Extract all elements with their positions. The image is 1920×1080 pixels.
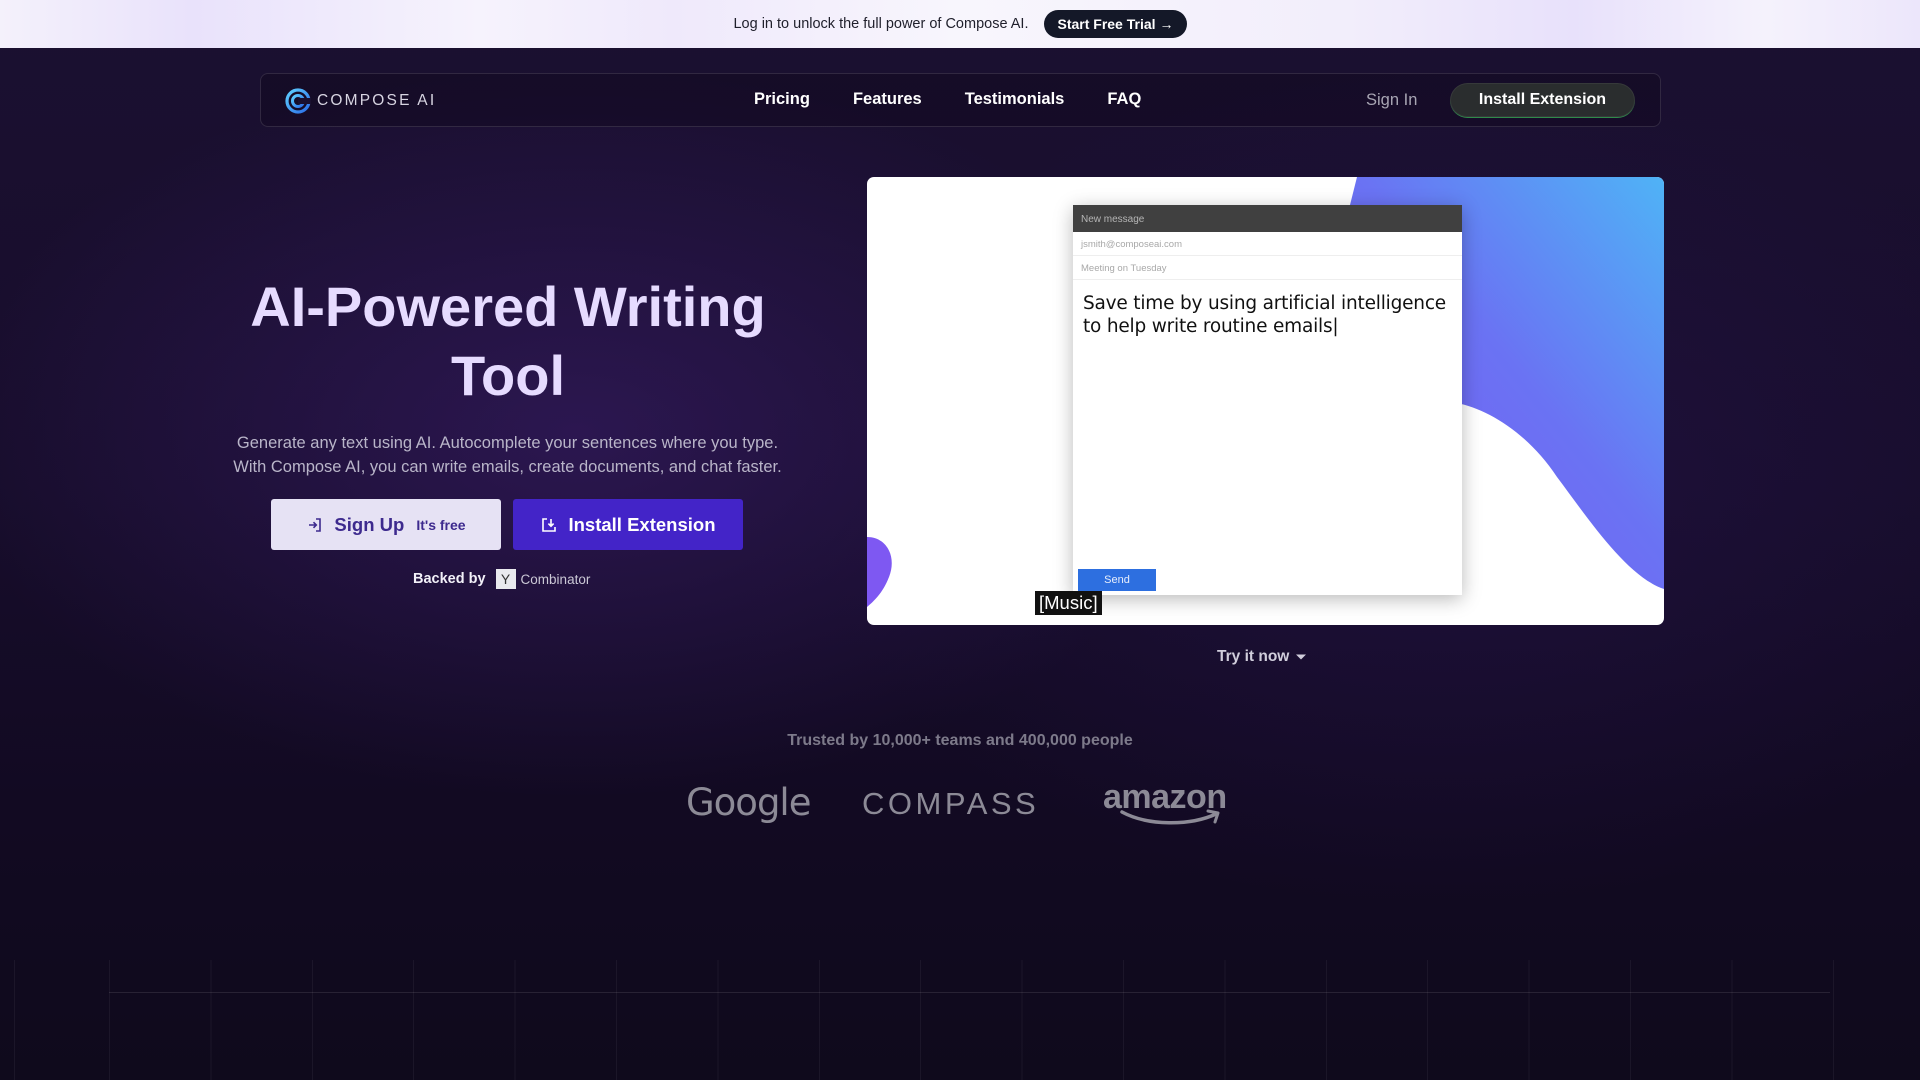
google-logo: Google [686,781,811,824]
arrow-right-icon: → [1159,16,1174,32]
hero-title: AI-Powered Writing Tool [250,275,766,407]
hero-subtitle: Generate any text using AI. Autocomplete… [180,431,835,479]
try-it-now-label: Try it now [1217,648,1290,665]
demo-video[interactable]: New message jsmith@composeai.com Meeting… [867,177,1664,625]
start-free-trial-button[interactable]: Start Free Trial → [1044,10,1187,38]
sign-up-label: Sign Up [334,513,405,535]
amazon-smile-icon [1120,809,1220,825]
announcement-text: Log in to unlock the full power of Compo… [733,16,1029,32]
y-combinator-icon: Y [495,569,516,589]
y-combinator-logo: Y Combinator [495,569,591,589]
trusted-by-text: Trusted by 10,000+ teams and 400,000 peo… [787,732,1133,749]
sign-up-note: It's free [416,516,466,533]
email-header: New message [1073,205,1462,232]
start-free-trial-label: Start Free Trial [1057,16,1156,32]
background-grid-line [109,992,1830,993]
background-grid [0,960,1920,1080]
install-extension-label: Install Extension [568,513,716,535]
sign-in-link[interactable]: Sign In [1366,91,1417,110]
email-compose-window: New message jsmith@composeai.com Meeting… [1073,205,1462,595]
top-navigation: COMPOSE AI Pricing Features Testimonials… [260,73,1661,127]
email-send-button: Send [1078,569,1156,591]
email-body: Save time by using artificial intelligen… [1083,293,1446,337]
nav-install-extension-button[interactable]: Install Extension [1450,83,1635,118]
compose-logo-icon [285,88,311,114]
backed-by: Backed by Y Combinator [413,569,590,589]
hero-subtitle-line-1: Generate any text using AI. Autocomplete… [236,434,779,452]
y-combinator-name: Combinator [520,571,591,587]
announcement-bar: Log in to unlock the full power of Compo… [0,0,1920,48]
hero-subtitle-line-2: With Compose AI, you can write emails, c… [233,458,782,476]
video-caption: [Music] [1035,591,1102,615]
install-extension-button[interactable]: Install Extension [513,499,743,550]
download-icon [542,517,557,532]
nav-link-testimonials[interactable]: Testimonials [965,90,1065,109]
email-to-field: jsmith@composeai.com [1073,232,1462,256]
caret-down-icon [1296,654,1307,660]
backed-by-label: Backed by [413,571,486,587]
nav-link-features[interactable]: Features [853,90,922,109]
nav-links: Pricing Features Testimonials FAQ [754,90,1141,109]
compass-logo: COMPASS [862,786,1040,821]
sign-up-button[interactable]: Sign Up It's free [271,499,501,550]
nav-link-pricing[interactable]: Pricing [754,90,810,109]
email-subject-field: Meeting on Tuesday [1073,256,1462,280]
brand-logo[interactable]: COMPOSE AI [285,88,436,114]
nav-link-faq[interactable]: FAQ [1107,90,1141,109]
try-it-now-toggle[interactable]: Try it now [1217,648,1307,666]
brand-name: COMPOSE AI [317,92,437,109]
sign-in-arrow-icon [309,517,322,532]
